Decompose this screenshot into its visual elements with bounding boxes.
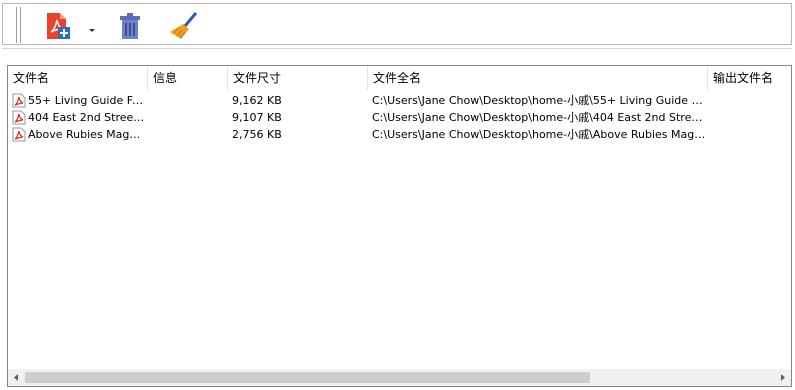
row-filename: Above Rubies Magazi...	[28, 128, 146, 141]
row-filename: 404 East 2nd Street -...	[28, 111, 146, 124]
pdf-file-icon	[12, 110, 26, 125]
column-header-filesize[interactable]: 文件尺寸	[228, 66, 368, 90]
table-row[interactable]: 55+ Living Guide Fall ... 9,162 KB C:\Us…	[8, 92, 791, 109]
clear-button[interactable]	[169, 12, 199, 40]
file-list[interactable]: 文件名 信息 文件尺寸 文件全名 输出文件名 55+ Living Guide …	[7, 65, 792, 387]
chevron-down-icon	[89, 29, 95, 32]
pdf-file-icon	[12, 93, 26, 108]
row-info	[153, 92, 228, 109]
row-fullname: C:\Users\Jane Chow\Desktop\home-小戚\55+ L…	[372, 94, 706, 107]
table-row[interactable]: 404 East 2nd Street -... 9,107 KB C:\Use…	[8, 109, 791, 126]
toolbar	[2, 3, 792, 45]
horizontal-scrollbar[interactable]	[8, 369, 791, 386]
toolbar-separator	[2, 48, 792, 49]
delete-button[interactable]	[115, 12, 145, 40]
row-fullname: C:\Users\Jane Chow\Desktop\home-小戚\404 E…	[372, 111, 706, 124]
list-header: 文件名 信息 文件尺寸 文件全名 输出文件名	[8, 66, 791, 90]
column-header-fullname[interactable]: 文件全名	[368, 66, 708, 90]
row-filesize: 9,162 KB	[232, 94, 282, 107]
add-pdf-dropdown-arrow[interactable]	[89, 24, 96, 32]
pdf-file-icon	[12, 127, 26, 142]
trash-icon	[120, 13, 140, 39]
column-header-output[interactable]: 输出文件名	[708, 66, 791, 90]
scrollbar-thumb[interactable]	[25, 372, 590, 383]
row-filename: 55+ Living Guide Fall ...	[28, 94, 146, 107]
add-pdf-button[interactable]	[43, 12, 73, 40]
row-output	[712, 109, 790, 126]
table-row[interactable]: Above Rubies Magazi... 2,756 KB C:\Users…	[8, 126, 791, 143]
column-header-filename[interactable]: 文件名	[8, 66, 148, 90]
scroll-right-button[interactable]	[774, 369, 791, 386]
row-filesize: 9,107 KB	[232, 111, 282, 124]
chevron-left-icon	[14, 374, 18, 381]
column-header-info[interactable]: 信息	[148, 66, 228, 90]
row-output	[712, 126, 790, 143]
row-info	[153, 109, 228, 126]
row-fullname: C:\Users\Jane Chow\Desktop\home-小戚\Above…	[372, 128, 706, 141]
row-filesize: 2,756 KB	[232, 128, 282, 141]
row-info	[153, 126, 228, 143]
toolbar-grip[interactable]	[20, 7, 21, 43]
toolbar-grip[interactable]	[16, 7, 17, 43]
broom-icon	[170, 12, 198, 39]
chevron-right-icon	[781, 374, 785, 381]
row-output	[712, 92, 790, 109]
pdf-add-icon	[47, 13, 70, 39]
scroll-left-button[interactable]	[8, 369, 25, 386]
